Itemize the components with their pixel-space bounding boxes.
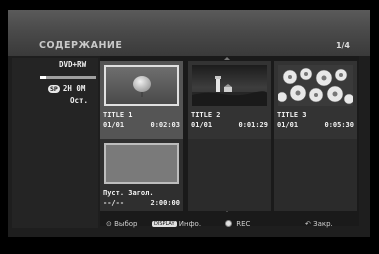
help-rec-label: REC	[236, 220, 251, 228]
title-3-duration: 0:05:30	[324, 121, 354, 129]
empty-title-card[interactable]: Пуст. Загол. --/-- 2:00:00	[100, 139, 183, 211]
title-2-thumbnail	[192, 65, 267, 106]
help-info-label: Инфо.	[178, 220, 202, 228]
screen: СОДЕРЖАНИЕ 1/4 DVD+RW SP 2H 0M Ост. TITL…	[8, 10, 370, 237]
balloon-thumbnail	[106, 67, 177, 104]
page-title: СОДЕРЖАНИЕ	[39, 40, 123, 51]
rec-icon	[225, 220, 232, 227]
title-2-name: TITLE 2	[191, 111, 221, 119]
empty-title-date: --/--	[103, 199, 125, 207]
title-2-duration: 0:01:29	[238, 121, 268, 129]
lighthouse-thumbnail	[192, 65, 267, 106]
disc-info-panel: DVD+RW SP 2H 0M Ост.	[12, 58, 98, 228]
title-1-date: 01/01	[103, 121, 125, 129]
remaining-label: Ост.	[70, 96, 89, 105]
disc-usage-bar	[40, 76, 96, 79]
page-indicator: 1/4	[335, 41, 350, 50]
help-close-label: Закр.	[313, 220, 333, 228]
title-2-date: 01/01	[191, 121, 213, 129]
recording-mode-row: SP 2H 0M	[48, 84, 85, 93]
remaining-time: 2H 0M	[62, 84, 86, 93]
title-card-2[interactable]: TITLE 2 01/01 0:01:29	[188, 61, 271, 145]
empty-title-thumbnail	[104, 143, 179, 184]
empty-slot	[274, 139, 357, 211]
help-rec: REC	[225, 220, 250, 228]
return-icon: ↶	[305, 220, 311, 228]
sp-mode-badge: SP	[48, 85, 60, 93]
title-card-1[interactable]: TITLE 1 01/01 0:02:03	[100, 61, 183, 145]
title-3-info: 01/01 0:05:30	[277, 121, 355, 129]
title-1-name: TITLE 1	[103, 111, 133, 119]
flowers-thumbnail	[276, 65, 355, 106]
empty-slot	[188, 139, 271, 211]
help-close: ↶ Закр.	[305, 220, 333, 228]
display-button-icon: DISPLAY	[152, 221, 177, 227]
empty-title-duration: 2:00:00	[150, 199, 180, 207]
select-icon: ⊙	[106, 220, 112, 228]
title-2-info: 01/01 0:01:29	[191, 121, 269, 129]
empty-title-name: Пуст. Загол.	[103, 189, 154, 197]
disc-type: DVD+RW	[59, 60, 87, 69]
header-bar: СОДЕРЖАНИЕ 1/4	[8, 10, 370, 56]
title-1-info: 01/01 0:02:03	[103, 121, 181, 129]
help-info: DISPLAY Инфо.	[152, 220, 201, 228]
title-card-3[interactable]: TITLE 3 01/01 0:05:30	[274, 61, 357, 145]
scroll-up-icon[interactable]	[224, 57, 230, 60]
help-select-label: Выбор	[114, 220, 138, 228]
disc-usage-fill	[40, 76, 46, 79]
title-1-thumbnail	[104, 65, 179, 106]
title-3-date: 01/01	[277, 121, 299, 129]
title-3-thumbnail	[276, 65, 355, 106]
title-3-name: TITLE 3	[277, 111, 307, 119]
help-select: ⊙ Выбор	[106, 220, 137, 228]
empty-title-info: --/-- 2:00:00	[103, 199, 181, 207]
title-1-duration: 0:02:03	[150, 121, 180, 129]
